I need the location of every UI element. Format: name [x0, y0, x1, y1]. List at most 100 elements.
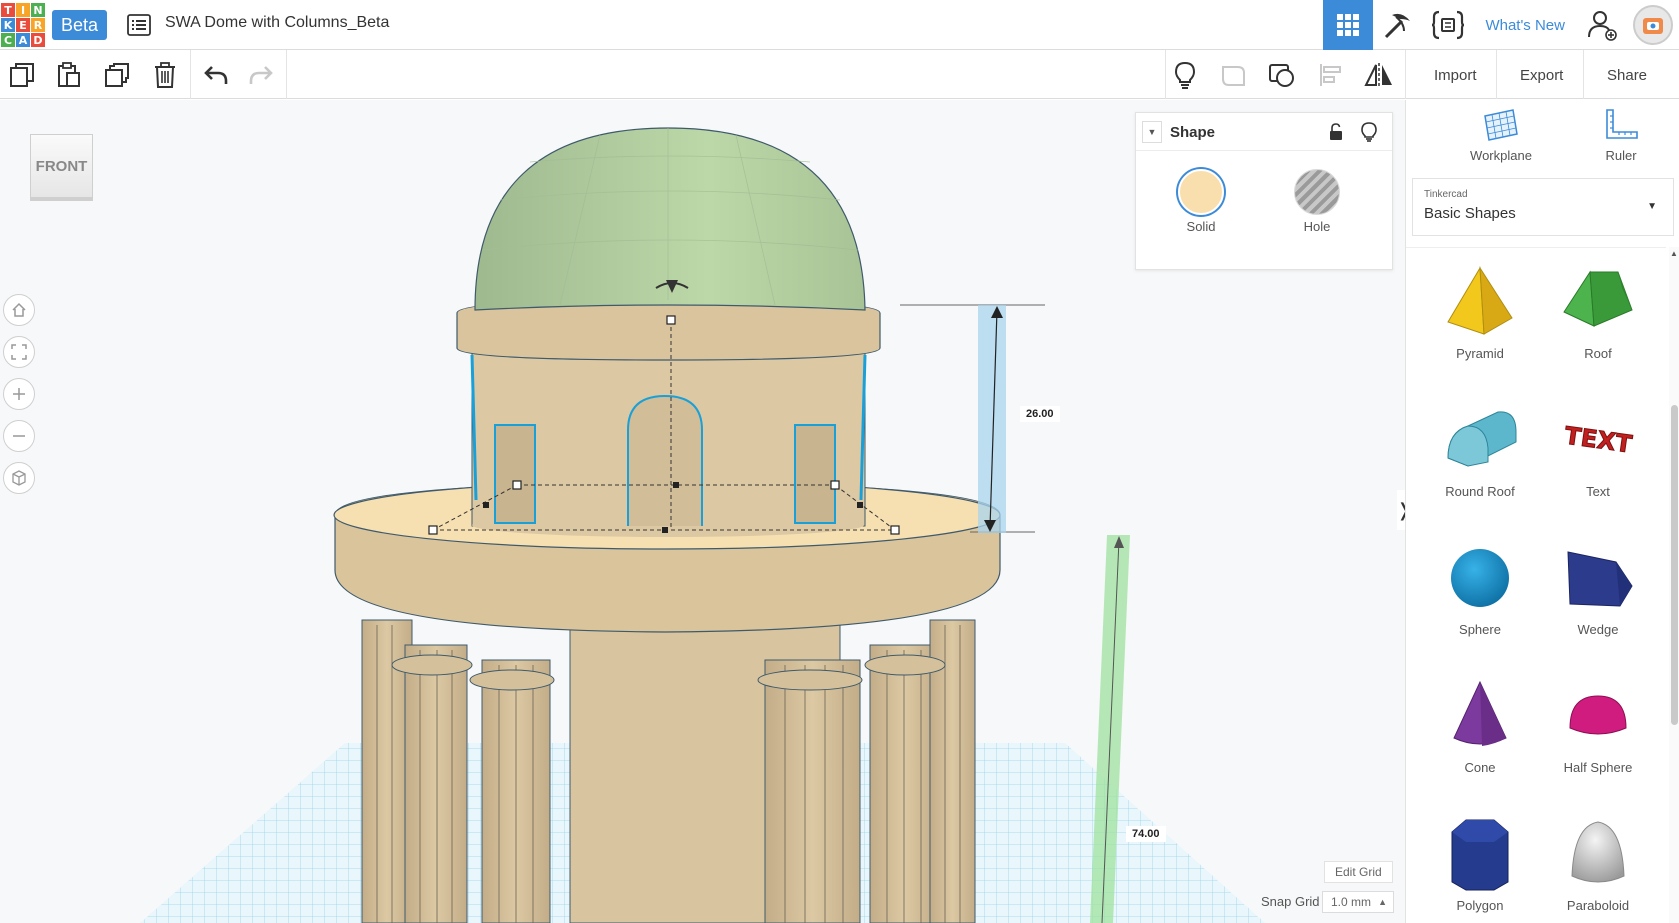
mirror-button[interactable]	[1362, 58, 1396, 92]
paste-button[interactable]	[52, 58, 86, 92]
show-hidden-button[interactable]	[1168, 58, 1202, 92]
toolbar-divider	[1496, 50, 1497, 99]
toolbar-divider	[1405, 50, 1406, 99]
solid-color-swatch[interactable]	[1178, 169, 1224, 215]
ruler-tool[interactable]: Ruler	[1576, 108, 1666, 163]
height-dimension-value[interactable]: 26.00	[1020, 406, 1060, 422]
add-user-button[interactable]	[1577, 0, 1627, 50]
toolbar-divider	[1165, 50, 1166, 99]
wedge-icon	[1567, 551, 1633, 607]
group-button[interactable]	[1217, 58, 1251, 92]
shape-item-roof[interactable]: Roof	[1539, 264, 1657, 361]
shape-item-round-roof[interactable]: Round Roof	[1421, 402, 1539, 499]
logo-letter: I	[16, 3, 30, 17]
text-shape-icon: TEXT	[1562, 421, 1635, 459]
perspective-toggle-button[interactable]	[3, 462, 35, 494]
shape-name: Roof	[1584, 346, 1612, 361]
logo-letter: D	[31, 33, 45, 47]
home-view-button[interactable]	[3, 294, 35, 326]
shape-name: Cone	[1464, 760, 1496, 775]
snap-grid-value: 1.0 mm	[1331, 895, 1372, 909]
lock-icon[interactable]	[1327, 123, 1345, 141]
ungroup-icon	[1269, 64, 1294, 87]
zoom-in-button[interactable]	[3, 378, 35, 410]
blocks-view-button[interactable]	[1373, 0, 1423, 50]
solid-option[interactable]: Solid	[1166, 169, 1236, 234]
align-button[interactable]	[1314, 58, 1348, 92]
copy-icon	[10, 63, 34, 87]
align-icon	[1320, 64, 1341, 86]
shape-list-scrollbar[interactable]: ▲	[1669, 247, 1679, 923]
shape-item-pyramid[interactable]: Pyramid	[1421, 264, 1539, 361]
minus-icon	[13, 435, 25, 437]
fit-view-icon	[11, 344, 27, 360]
grid-icon	[1337, 14, 1360, 36]
workplane-tool[interactable]: Workplane	[1456, 108, 1546, 163]
duplicate-button[interactable]	[100, 58, 134, 92]
group-icon	[1222, 66, 1245, 86]
delete-button[interactable]	[148, 58, 182, 92]
hide-shape-bulb-icon[interactable]	[1360, 122, 1378, 142]
scroll-up-arrow[interactable]: ▲	[1670, 249, 1678, 258]
codeblocks-view-button[interactable]	[1423, 0, 1473, 50]
undo-button[interactable]	[199, 58, 233, 92]
shape-item-half-sphere[interactable]: Half Sphere	[1539, 678, 1657, 775]
workplane-icon	[1484, 109, 1518, 141]
solid-label: Solid	[1186, 219, 1216, 234]
redo-button[interactable]	[244, 58, 278, 92]
design-title[interactable]: SWA Dome with Columns_Beta	[165, 14, 389, 32]
collapse-panel-button[interactable]: ▼	[1142, 121, 1162, 143]
3d-viewport[interactable]: 26.00 74.00 FRONT ▼ Shape Solid Hole Edi…	[0, 100, 1405, 923]
shape-panel-title: Shape	[1170, 124, 1216, 141]
user-avatar[interactable]	[1627, 0, 1679, 50]
hole-option[interactable]: Hole	[1282, 169, 1352, 234]
import-button[interactable]: Import	[1418, 59, 1493, 91]
tinkercad-logo[interactable]: T I N K E R C A D	[0, 2, 45, 47]
shape-name: Text	[1586, 484, 1610, 499]
shape-item-wedge[interactable]: Wedge	[1539, 540, 1657, 637]
dome-ring[interactable]	[456, 299, 881, 361]
beta-badge[interactable]: Beta	[52, 10, 107, 40]
top-bar: T I N K E R C A D Beta SWA Dome with Col…	[0, 0, 1679, 50]
design-list-icon[interactable]	[127, 14, 151, 36]
shape-name: Polygon	[1456, 898, 1504, 913]
hole-swatch[interactable]	[1294, 169, 1340, 215]
height-dimension-bar[interactable]	[978, 305, 1006, 533]
shape-item-sphere[interactable]: Sphere	[1421, 540, 1539, 637]
depth-dimension-value[interactable]: 74.00	[1126, 826, 1166, 842]
scrollbar-thumb[interactable]	[1671, 405, 1678, 725]
library-name: Basic Shapes	[1424, 205, 1516, 222]
shape-item-text[interactable]: TEXT Text	[1539, 402, 1657, 499]
shape-item-paraboloid[interactable]: Paraboloid	[1539, 816, 1657, 913]
ungroup-button[interactable]	[1265, 58, 1299, 92]
3d-design-view-button[interactable]	[1323, 0, 1374, 50]
cube-icon	[12, 470, 26, 486]
edit-grid-button[interactable]: Edit Grid	[1324, 861, 1393, 883]
shapes-sidebar: Workplane Ruler Tinkercad Basic Shapes ▼…	[1405, 100, 1679, 923]
snap-grid-select[interactable]: 1.0 mm ▲	[1322, 891, 1394, 913]
ruler-label: Ruler	[1605, 148, 1637, 163]
logo-letter: R	[31, 18, 45, 32]
shape-panel-header: ▼ Shape	[1136, 113, 1392, 151]
snap-grid-label: Snap Grid	[1261, 894, 1320, 909]
whats-new-link[interactable]: What's New	[1473, 0, 1577, 50]
avatar-image	[1633, 5, 1673, 45]
copy-button[interactable]	[5, 58, 39, 92]
shape-library-select[interactable]: Tinkercad Basic Shapes ▼	[1412, 178, 1674, 236]
export-button[interactable]: Export	[1504, 59, 1580, 91]
library-brand: Tinkercad	[1424, 189, 1468, 200]
share-button[interactable]: Share	[1591, 59, 1664, 91]
paraboloid-icon	[1571, 821, 1625, 883]
fit-view-button[interactable]	[3, 336, 35, 368]
view-cube[interactable]: FRONT	[30, 134, 93, 198]
code-braces-icon	[1432, 10, 1465, 40]
add-user-icon	[1588, 11, 1617, 41]
shape-item-polygon[interactable]: Polygon	[1421, 816, 1539, 913]
text-shape-glyph: TEXT	[1563, 421, 1635, 458]
shape-item-cone[interactable]: Cone	[1421, 678, 1539, 775]
zoom-out-button[interactable]	[3, 420, 35, 452]
view-cube-face-label: FRONT	[35, 157, 88, 175]
expand-sidebar-chevron[interactable]: ❭	[1396, 490, 1405, 530]
logo-letter: N	[31, 3, 45, 17]
shape-name: Half Sphere	[1563, 760, 1633, 775]
